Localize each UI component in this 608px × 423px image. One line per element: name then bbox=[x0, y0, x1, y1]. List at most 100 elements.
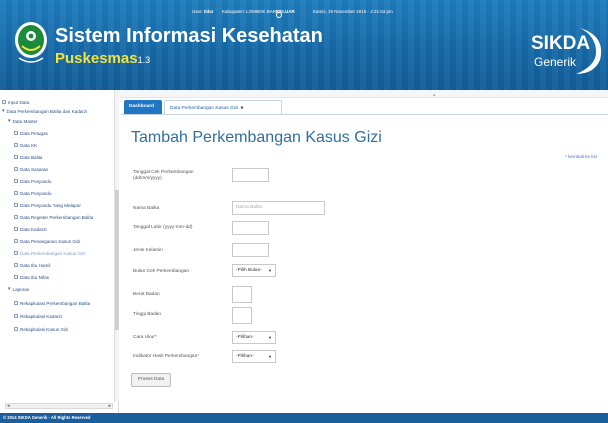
select-value: -Pilihan- bbox=[236, 335, 254, 340]
tinggi-badan-input[interactable] bbox=[232, 307, 252, 324]
sidebar-item-data-master[interactable]: ▾ Data Master bbox=[8, 118, 38, 125]
current-datetime: Kamis, 19 November 2015 - 2:21:53 pm bbox=[313, 9, 393, 14]
indikator-select[interactable]: -Pilihan- ▼ bbox=[232, 350, 276, 363]
scroll-right-icon[interactable]: ▸ bbox=[108, 403, 111, 409]
label-nama-balita: Nama Balita bbox=[133, 206, 160, 211]
label-tinggi-badan: Tinggi Badan bbox=[133, 312, 162, 317]
page-icon bbox=[14, 250, 18, 255]
sidebar-item-data-posyandu-1[interactable]: Data Posyandu bbox=[14, 178, 52, 185]
kabupaten-info: Kabupaten: LOMBOK BARAT bbox=[222, 9, 282, 14]
cara-ukur-select[interactable]: -Pilihan- ▼ bbox=[232, 331, 276, 344]
scrollbar-thumb[interactable] bbox=[115, 190, 119, 330]
collapse-grip-icon[interactable]: ▴ bbox=[433, 92, 436, 98]
sidebar-item-register-balita[interactable]: Data Register Perkembangan Balita bbox=[14, 214, 94, 221]
sidebar-item-perkembangan-kasus-gizi[interactable]: Data Perkembangan Kasus Gizi bbox=[14, 250, 85, 257]
sidebar-item-label: Data Penanganan Kasus Gizi bbox=[20, 239, 81, 244]
tanggal-cek-input[interactable] bbox=[232, 168, 269, 182]
app-subtitle-text: Puskesmas bbox=[55, 50, 138, 67]
sidebar-item-label: Laporan bbox=[12, 287, 30, 293]
sidebar-vertical-scrollbar[interactable] bbox=[114, 90, 119, 402]
proses-data-button[interactable]: Proses Data bbox=[131, 373, 171, 387]
sidebar-item-posyandu-melapor[interactable]: Data Posyandu Yang Melapor bbox=[14, 202, 81, 209]
sidebar-item-rekap-kadarzi[interactable]: Rekapitulasi Kadarzi bbox=[14, 313, 62, 320]
tab-dashboard[interactable]: Dashboard bbox=[124, 100, 162, 114]
sidebar-item-rekap-kasus-gizi[interactable]: Rekapitulasi Kasus Gizi bbox=[14, 326, 69, 333]
page-icon bbox=[14, 214, 18, 219]
dropdown-arrow-icon: ▼ bbox=[268, 268, 272, 273]
page-icon bbox=[14, 300, 18, 305]
expand-icon: ▾ bbox=[8, 118, 11, 124]
sidebar-item-data-sasaran[interactable]: Data Sasaran bbox=[14, 166, 49, 173]
label-jenis-kelamin: Jenis Kelamin bbox=[133, 248, 163, 253]
berat-badan-input[interactable] bbox=[232, 286, 252, 303]
select-value: -Pilih Bulan- bbox=[236, 268, 262, 273]
sidebar-item-ibu-nifas[interactable]: Data Ibu Nifas bbox=[14, 274, 50, 281]
sidebar-horizontal-scrollbar[interactable]: ◂ ▸ bbox=[5, 403, 113, 409]
label-tanggal-cek: Tanggal Cek Perkembangan (dd/mm/yyyy) bbox=[133, 170, 194, 181]
page-title: Tambah Perkembangan Kasus Gizi bbox=[131, 129, 382, 146]
user-status-bar: User: Ildar Kabupaten: LOMBOK BARAT KELU… bbox=[0, 6, 608, 18]
back-to-list-link[interactable]: * kembali ke list bbox=[565, 154, 597, 159]
label-indikator: Indikator Hasil Perkembangan* bbox=[133, 354, 200, 359]
page-icon bbox=[14, 238, 18, 243]
sidebar-item-label: Data Ibu Nifas bbox=[20, 275, 50, 280]
app-version: 1.3 bbox=[137, 55, 151, 65]
sidebar-item-label: Data Sasaran bbox=[20, 167, 49, 172]
sidebar-item-data-balita[interactable]: Data Balita bbox=[14, 154, 43, 161]
close-icon[interactable]: ✖ bbox=[240, 105, 243, 110]
sidebar-item-data-posyandu-2[interactable]: Data Posyandu bbox=[14, 190, 52, 197]
page-icon bbox=[14, 326, 18, 331]
panel-splitter[interactable]: ▴ bbox=[119, 90, 608, 98]
expand-icon: ▾ bbox=[2, 108, 5, 114]
footer-copyright: © 2014 SIKDA Generik - All Rights Reserv… bbox=[3, 415, 91, 420]
sidebar-item-label: Data KK bbox=[20, 143, 38, 148]
page-icon bbox=[14, 313, 18, 318]
sidebar-item-perkembangan-balita[interactable]: ▾ Data Perkembangan Balita dan Kadarzi bbox=[2, 108, 88, 115]
sidebar-item-input-data[interactable]: Input Data bbox=[2, 99, 29, 106]
sidebar-item-penanganan-kasus-gizi[interactable]: Data Penanganan Kasus Gizi bbox=[14, 238, 81, 245]
user-label: User: bbox=[192, 9, 203, 14]
bulan-cek-select[interactable]: -Pilih Bulan- ▼ bbox=[232, 264, 276, 277]
label-cara-ukur: Cara Ukur* bbox=[133, 335, 157, 340]
sidebar-item-label: Data Balita bbox=[20, 155, 43, 160]
power-icon bbox=[276, 12, 282, 18]
sidebar-item-data-kadarzi[interactable]: Data Kadarzi bbox=[14, 226, 47, 233]
sidebar-item-label: Data Posyandu bbox=[20, 179, 52, 184]
tab-perkembangan-kasus-gizi[interactable]: Data Perkembangan Kasus Gizi ✖ bbox=[164, 100, 282, 114]
sidebar-item-data-kk[interactable]: Data KK bbox=[14, 142, 38, 149]
label-bulan-cek: Bulan Cek Perkembangan bbox=[133, 269, 189, 274]
dropdown-arrow-icon: ▼ bbox=[268, 335, 272, 340]
sidebar-item-label: Data Perkembangan Balita dan Kadarzi bbox=[6, 109, 88, 115]
nama-balita-input[interactable]: Nama Balita bbox=[232, 201, 325, 215]
select-value: -Pilihan- bbox=[236, 354, 254, 359]
label-tanggal-lahir: Tanggal Lahir (yyyy-mm-dd) bbox=[133, 225, 193, 230]
page-icon bbox=[14, 178, 18, 183]
app-window: User: Ildar Kabupaten: LOMBOK BARAT KELU… bbox=[0, 0, 608, 423]
page-icon bbox=[14, 262, 18, 267]
page-icon bbox=[14, 202, 18, 207]
label-berat-badan: Berat Badan bbox=[133, 292, 160, 297]
sidebar-item-label: Rekapitulasi Kasus Gizi bbox=[20, 327, 69, 332]
page-icon bbox=[14, 130, 18, 135]
page-icon bbox=[14, 274, 18, 279]
footer-bar: © 2014 SIKDA Generik - All Rights Reserv… bbox=[0, 413, 608, 423]
sidebar-item-label: Data Register Perkembangan Balita bbox=[20, 215, 94, 220]
header-banner: User: Ildar Kabupaten: LOMBOK BARAT KELU… bbox=[0, 0, 608, 90]
page-icon bbox=[14, 226, 18, 231]
expand-icon: ▾ bbox=[8, 286, 11, 292]
page-icon bbox=[14, 142, 18, 147]
sidebar-item-label: Data Petugas bbox=[20, 131, 48, 136]
sidebar-item-laporan[interactable]: ▾ Laporan bbox=[8, 286, 30, 293]
sidebar-item-label: Data Master bbox=[12, 119, 38, 125]
sidebar-item-rekap-perkembangan-balita[interactable]: Rekapitulasi Perkembangan Balita bbox=[14, 300, 90, 307]
logout-link[interactable]: KELUAR bbox=[276, 9, 295, 18]
scroll-left-icon[interactable]: ◂ bbox=[7, 403, 10, 409]
tanggal-lahir-input[interactable] bbox=[232, 221, 269, 235]
sidebar-item-ibu-hamil[interactable]: Data Ibu Hamil bbox=[14, 262, 50, 269]
jenis-kelamin-input[interactable] bbox=[232, 243, 269, 257]
sidebar-item-label: Rekapitulasi Kadarzi bbox=[20, 314, 62, 319]
ministry-logo-icon bbox=[15, 22, 47, 63]
sidebar-item-data-petugas[interactable]: Data Petugas bbox=[14, 130, 48, 137]
sidebar-item-label: Data Posyandu bbox=[20, 191, 52, 196]
tab-label: Data Perkembangan Kasus Gizi bbox=[170, 106, 239, 111]
